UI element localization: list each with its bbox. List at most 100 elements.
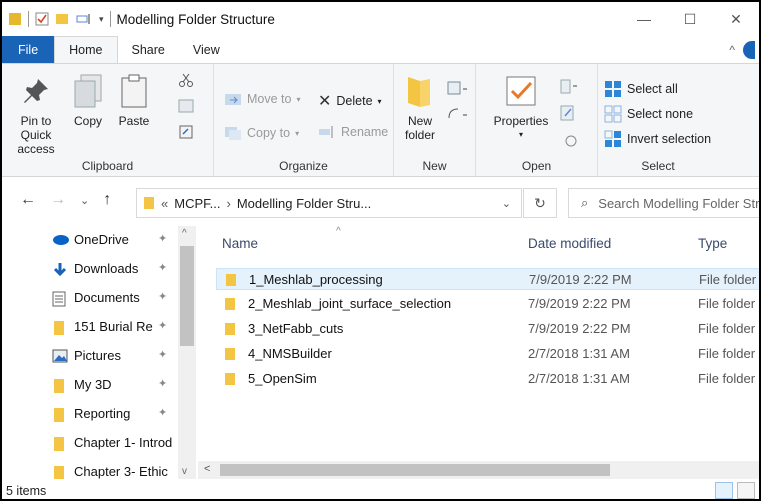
collapse-ribbon-chevron-icon[interactable]: ^: [729, 43, 735, 57]
properties-dropdown-icon: ▾: [518, 130, 523, 139]
customize-qa-chevron-icon[interactable]: ▾: [99, 14, 104, 25]
document-icon: [52, 291, 66, 307]
new-item-icon[interactable]: [446, 80, 468, 98]
delete-button[interactable]: ✕ Delete ▾: [318, 91, 382, 111]
properties-button[interactable]: Properties ▾: [488, 70, 554, 142]
select-all-icon: [605, 81, 621, 97]
new-folder-qa-icon[interactable]: [55, 12, 69, 26]
refresh-button[interactable]: ↻: [523, 188, 557, 218]
copy-to-icon: [225, 127, 241, 140]
copy-icon: [74, 74, 102, 108]
download-icon: [53, 263, 67, 277]
rename-button[interactable]: Rename: [318, 125, 388, 139]
pin-icon: ✦: [158, 233, 168, 245]
nav-item-my-3d[interactable]: My 3D ✦: [2, 371, 182, 400]
copy-to-button[interactable]: Copy to ▾: [224, 125, 299, 141]
paste-shortcut-icon[interactable]: [178, 124, 194, 140]
paste-icon: [121, 74, 147, 108]
address-dropdown-chevron-icon[interactable]: ⌄: [502, 197, 511, 210]
breadcrumb-separator: ›: [226, 195, 231, 211]
tab-file[interactable]: File: [2, 36, 55, 64]
table-row[interactable]: 2_Meshlab_joint_surface_selection 7/9/20…: [216, 293, 759, 315]
forward-arrow-icon[interactable]: →: [50, 191, 66, 209]
select-group-label: Select: [641, 159, 675, 173]
pin-label-line2: access: [17, 142, 55, 156]
cut-icon[interactable]: [178, 72, 194, 88]
folder-icon: [225, 373, 235, 385]
breadcrumb-mcpf[interactable]: MCPF...: [174, 196, 220, 211]
nav-item-151-burial[interactable]: 151 Burial Re ✦: [2, 313, 182, 342]
new-folder-button[interactable]: New folder: [400, 70, 440, 142]
nav-scrollbar-thumb[interactable]: [180, 246, 194, 346]
nav-item-chapter-3[interactable]: Chapter 3- Ethic: [2, 458, 182, 479]
breadcrumb-modelling-folder[interactable]: Modelling Folder Stru...: [237, 196, 371, 211]
pin-to-quick-access-button[interactable]: Pin to Quick access: [4, 70, 68, 156]
horizontal-scrollbar[interactable]: <: [198, 461, 759, 479]
open-icon[interactable]: [558, 78, 578, 96]
history-icon[interactable]: [558, 130, 578, 148]
window-controls: — ☐ ✕: [621, 2, 759, 36]
scroll-up-chevron-icon[interactable]: ^: [182, 228, 187, 239]
details-view-icon[interactable]: [715, 482, 733, 499]
open-group-label: Open: [521, 159, 552, 173]
nav-item-chapter-1[interactable]: Chapter 1- Introd: [2, 429, 182, 458]
search-placeholder: Search Modelling Folder Stru...: [598, 195, 761, 211]
table-row[interactable]: 4_NMSBuilder 2/7/2018 1:31 AM File folde…: [216, 343, 759, 365]
nav-item-documents[interactable]: Documents ✦: [2, 284, 182, 313]
organize-group: Move to ▾ ✕ Delete ▾ Copy to ▾ Rename Organ…: [214, 64, 394, 176]
close-button[interactable]: ✕: [713, 2, 759, 36]
navigation-pane: OneDrive ✦ Downloads ✦ Documents ✦ 151 B…: [2, 226, 198, 479]
properties-icon: [506, 76, 536, 106]
column-header-name[interactable]: Name: [222, 226, 258, 260]
copy-label: Copy: [73, 114, 102, 128]
nav-item-pictures[interactable]: Pictures ✦: [2, 342, 182, 371]
copy-path-icon[interactable]: [178, 98, 194, 114]
tab-view[interactable]: View: [179, 36, 234, 64]
table-row[interactable]: 3_NetFabb_cuts 7/9/2019 2:22 PM File fol…: [216, 318, 759, 340]
recent-locations-chevron-icon[interactable]: ⌄: [80, 194, 89, 207]
select-none-icon: [604, 105, 622, 123]
rename-qa-icon[interactable]: [75, 12, 93, 26]
select-all-button[interactable]: Select all: [604, 80, 678, 98]
help-icon[interactable]: [743, 41, 755, 59]
folder-icon: [54, 321, 64, 335]
new-group: New folder New: [394, 64, 476, 176]
nav-pane-scrollbar[interactable]: ^ v: [178, 226, 196, 479]
address-bar[interactable]: « MCPF... › Modelling Folder Stru... ⌄: [136, 188, 522, 218]
edit-icon[interactable]: [558, 104, 578, 122]
ribbon: Pin to Quick access Copy Paste Clipboard…: [2, 63, 759, 177]
new-folder-line1: New: [407, 114, 432, 128]
maximize-button[interactable]: ☐: [667, 2, 713, 36]
folder-icon: [54, 437, 64, 451]
nav-item-downloads[interactable]: Downloads ✦: [2, 255, 182, 284]
copy-button[interactable]: Copy: [66, 70, 110, 128]
refresh-icon: ↻: [534, 194, 546, 211]
table-row[interactable]: 1_Meshlab_processing 7/9/2019 2:22 PM Fi…: [216, 268, 759, 290]
up-arrow-icon[interactable]: ↑: [103, 191, 111, 209]
pin-icon: ✦: [158, 378, 168, 390]
tab-share[interactable]: Share: [118, 36, 179, 64]
back-arrow-icon[interactable]: ←: [20, 191, 36, 209]
nav-item-reporting[interactable]: Reporting ✦: [2, 400, 182, 429]
move-to-button[interactable]: Move to ▾: [224, 91, 300, 107]
nav-item-onedrive[interactable]: OneDrive ✦: [2, 226, 182, 255]
search-box[interactable]: ⌕ Search Modelling Folder Stru...: [568, 188, 761, 218]
folder-icon: [144, 197, 154, 209]
easy-access-icon[interactable]: [446, 106, 468, 124]
column-header-date-modified[interactable]: Date modified: [528, 226, 611, 260]
scroll-down-chevron-icon[interactable]: v: [182, 466, 187, 477]
tab-home[interactable]: Home: [54, 36, 118, 64]
column-header-type[interactable]: Type: [698, 226, 727, 260]
scroll-left-chevron-icon[interactable]: <: [204, 463, 210, 475]
properties-checkbox-icon[interactable]: [35, 12, 49, 26]
breadcrumb-overflow[interactable]: «: [161, 196, 168, 211]
new-folder-icon: [408, 77, 430, 107]
minimize-button[interactable]: —: [621, 2, 667, 36]
table-row[interactable]: 5_OpenSim 2/7/2018 1:31 AM File folder: [216, 368, 759, 390]
horizontal-scrollbar-thumb[interactable]: [220, 464, 610, 476]
pin-icon: ✦: [158, 291, 168, 303]
large-icons-view-icon[interactable]: [737, 482, 755, 499]
select-none-button[interactable]: Select none: [604, 105, 693, 123]
paste-button[interactable]: Paste: [112, 70, 156, 128]
invert-selection-button[interactable]: Invert selection: [604, 130, 711, 148]
